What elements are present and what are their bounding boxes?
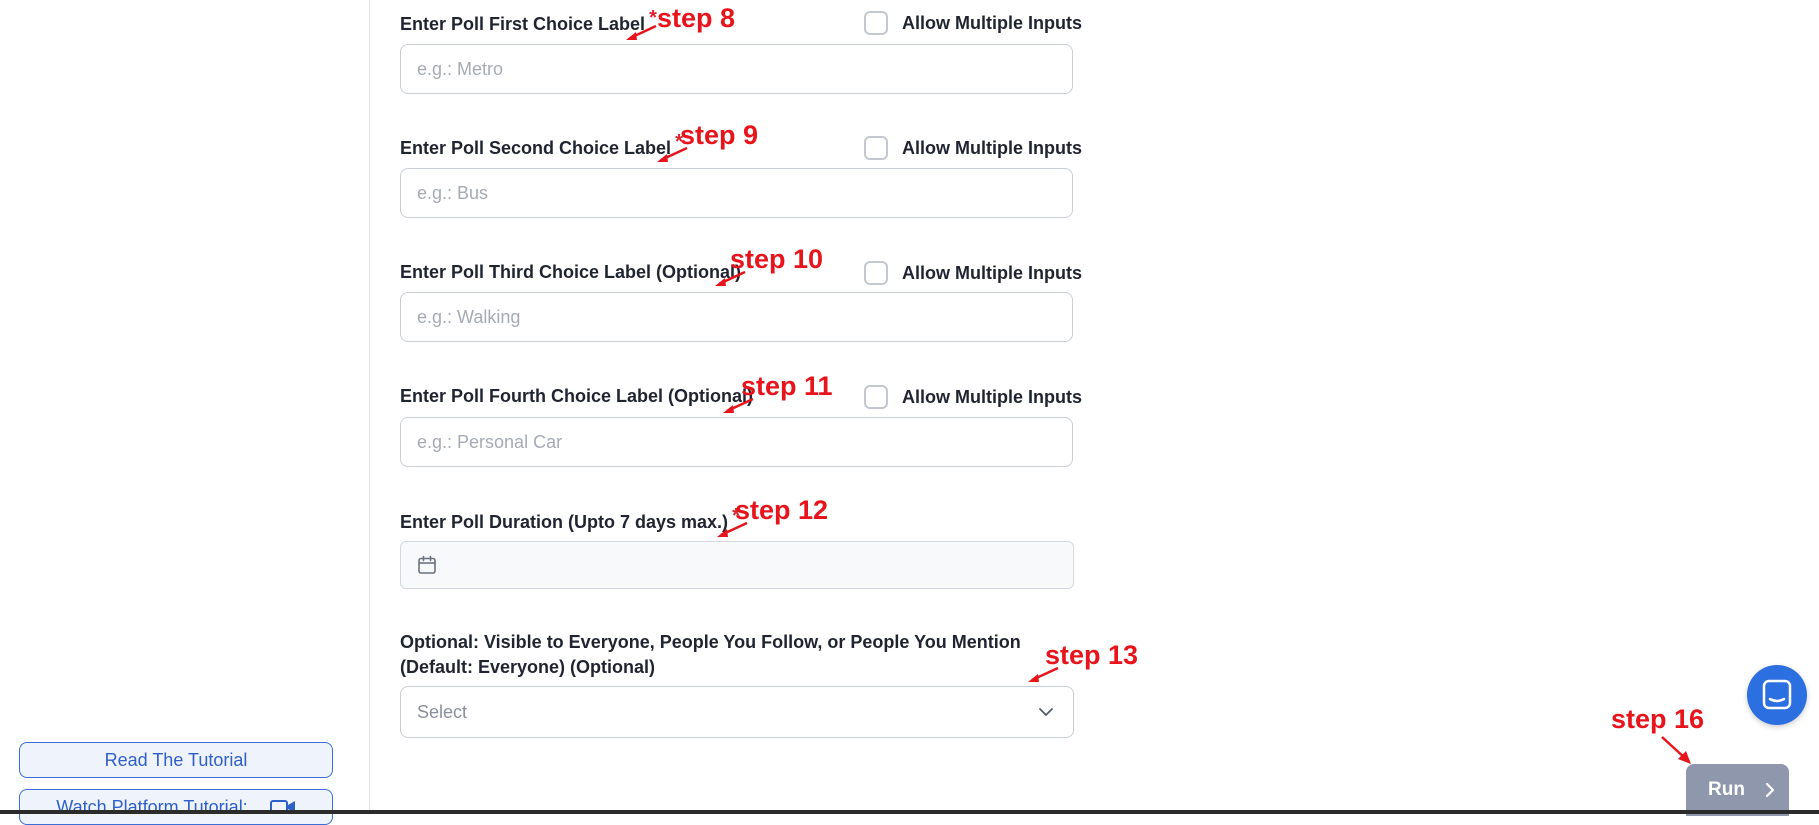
choice4-allow-multiple-checkbox[interactable] <box>864 385 888 409</box>
choice2-allow-multiple[interactable]: Allow Multiple Inputs <box>864 136 1082 160</box>
choice1-input[interactable]: e.g.: Metro <box>400 44 1073 94</box>
choice3-allow-multiple-checkbox[interactable] <box>864 261 888 285</box>
choice1-placeholder: e.g.: Metro <box>417 58 504 79</box>
choice4-input[interactable]: e.g.: Personal Car <box>400 417 1073 467</box>
chat-launcher-button[interactable] <box>1747 665 1807 725</box>
choice2-placeholder: e.g.: Bus <box>417 182 489 203</box>
chevron-down-icon <box>1039 708 1053 716</box>
arrow-icon <box>715 270 746 286</box>
duration-date-input[interactable] <box>400 541 1074 589</box>
visibility-label: Optional: Visible to Everyone, People Yo… <box>400 632 1021 677</box>
choice3-input[interactable]: e.g.: Walking <box>400 292 1073 342</box>
choice3-placeholder: e.g.: Walking <box>417 306 521 327</box>
arrow-icon <box>626 24 657 40</box>
visibility-selected-value: Select <box>417 701 468 722</box>
visibility-select[interactable]: Select <box>400 686 1074 738</box>
choice4-allow-multiple[interactable]: Allow Multiple Inputs <box>864 385 1082 409</box>
run-button[interactable]: Run <box>1686 764 1789 816</box>
chat-icon <box>1762 679 1792 710</box>
choice3-allow-multiple[interactable]: Allow Multiple Inputs <box>864 261 1082 285</box>
choice1-allow-multiple-label: Allow Multiple Inputs <box>902 12 1082 33</box>
calendar-icon <box>418 555 436 574</box>
read-tutorial-button[interactable]: Read The Tutorial <box>19 742 333 778</box>
choice2-allow-multiple-checkbox[interactable] <box>864 136 888 160</box>
arrow-icon <box>717 521 748 537</box>
chevron-right-icon <box>1765 782 1775 798</box>
choice2-input[interactable]: e.g.: Bus <box>400 168 1073 218</box>
arrow-icon <box>657 146 688 162</box>
choice2-allow-multiple-label: Allow Multiple Inputs <box>902 137 1082 158</box>
choice1-allow-multiple-checkbox[interactable] <box>864 11 888 35</box>
choice4-allow-multiple-label: Allow Multiple Inputs <box>902 386 1082 407</box>
arrow-icon <box>723 397 754 413</box>
choice3-label: Enter Poll Third Choice Label (Optional) <box>400 262 742 282</box>
sidebar-divider <box>369 0 370 814</box>
annotation-step-8: step 8 <box>657 3 736 33</box>
arrow-icon <box>1028 666 1059 682</box>
duration-label: Enter Poll Duration (Upto 7 days max.) * <box>400 505 740 532</box>
choice4-label: Enter Poll Fourth Choice Label (Optional… <box>400 386 754 406</box>
choice2-label: Enter Poll Second Choice Label * <box>400 131 683 158</box>
window-bottom-edge <box>0 810 1819 814</box>
watch-tutorial-label: Watch Platform Tutorial: <box>56 797 248 817</box>
watch-tutorial-button[interactable]: Watch Platform Tutorial: <box>19 789 333 825</box>
annotation-step-16: step 16 <box>1611 704 1705 734</box>
choice3-allow-multiple-label: Allow Multiple Inputs <box>902 262 1082 283</box>
run-button-label: Run <box>1708 779 1745 800</box>
choice1-label: Enter Poll First Choice Label * <box>400 7 657 34</box>
choice1-allow-multiple[interactable]: Allow Multiple Inputs <box>864 11 1082 35</box>
choice4-placeholder: e.g.: Personal Car <box>417 431 563 452</box>
arrow-icon <box>1661 736 1691 764</box>
